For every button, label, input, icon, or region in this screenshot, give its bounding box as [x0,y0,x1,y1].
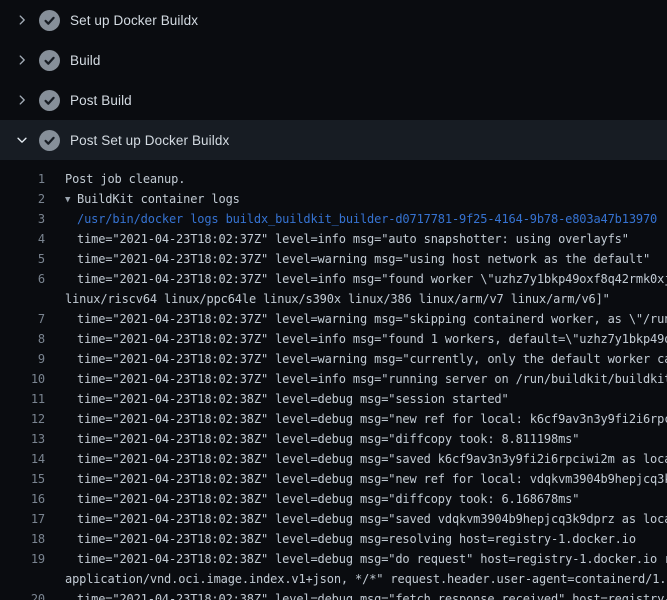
log-line: 6 time="2021-04-23T18:02:37Z" level=info… [0,269,667,289]
log-line: 5 time="2021-04-23T18:02:37Z" level=warn… [0,249,667,269]
line-number[interactable]: 20 [0,589,45,600]
line-number[interactable]: 2 [0,189,45,209]
line-number[interactable]: 3 [0,209,45,229]
line-number[interactable]: 10 [0,369,45,389]
line-number[interactable]: 12 [0,409,45,429]
line-number[interactable]: 19 [0,549,45,569]
log-line-text: time="2021-04-23T18:02:38Z" level=debug … [65,549,667,569]
log-line: application/vnd.oci.image.index.v1+json,… [0,569,667,589]
line-number[interactable]: 9 [0,349,45,369]
log-line-text: time="2021-04-23T18:02:38Z" level=debug … [65,509,667,529]
line-number[interactable]: 13 [0,429,45,449]
chevron-right-icon[interactable] [14,12,30,28]
line-number[interactable]: 6 [0,269,45,289]
log-line-text: ▼BuildKit container logs [65,189,667,209]
log-line: 20 time="2021-04-23T18:02:38Z" level=deb… [0,589,667,600]
step-row-post-set-up-docker-buildx[interactable]: Post Set up Docker Buildx [0,120,667,160]
log-line-text: time="2021-04-23T18:02:37Z" level=info m… [65,329,667,349]
log-line: 12 time="2021-04-23T18:02:38Z" level=deb… [0,409,667,429]
line-number [0,289,45,309]
log-line: 2 ▼BuildKit container logs [0,189,667,209]
step-row-build[interactable]: Build [0,40,667,80]
step-row-post-build[interactable]: Post Build [0,80,667,120]
chevron-right-icon[interactable] [14,52,30,68]
step-row-set-up-docker-buildx[interactable]: Set up Docker Buildx [0,0,667,40]
log-line: 4 time="2021-04-23T18:02:37Z" level=info… [0,229,667,249]
log-line-text: application/vnd.oci.image.index.v1+json,… [65,569,667,589]
log-line-text: time="2021-04-23T18:02:37Z" level=warnin… [65,249,667,269]
log-line: 17 time="2021-04-23T18:02:38Z" level=deb… [0,509,667,529]
log-line: 10 time="2021-04-23T18:02:37Z" level=inf… [0,369,667,389]
check-circle-icon [39,50,60,71]
log-line-text: time="2021-04-23T18:02:38Z" level=debug … [65,529,667,549]
log-line: 11 time="2021-04-23T18:02:38Z" level=deb… [0,389,667,409]
line-number[interactable]: 17 [0,509,45,529]
line-number[interactable]: 5 [0,249,45,269]
log-line-text: time="2021-04-23T18:02:37Z" level=warnin… [65,349,667,369]
step-label: Post Set up Docker Buildx [70,133,229,148]
line-number[interactable]: 7 [0,309,45,329]
steps-list: Set up Docker Buildx Build Post Buil [0,0,667,160]
log-line-text: time="2021-04-23T18:02:38Z" level=debug … [65,589,667,600]
log-lines: 1 Post job cleanup. 2 ▼BuildKit containe… [0,160,667,600]
log-line-text: /usr/bin/docker logs buildx_buildkit_bui… [65,209,667,229]
log-line-text: time="2021-04-23T18:02:38Z" level=debug … [65,489,667,509]
line-number[interactable]: 1 [0,169,45,189]
log-line-text: time="2021-04-23T18:02:38Z" level=debug … [65,469,667,489]
step-label: Post Build [70,93,132,108]
log-line: 1 Post job cleanup. [0,169,667,189]
log-line-text: time="2021-04-23T18:02:38Z" level=debug … [65,449,667,469]
log-line-text: time="2021-04-23T18:02:37Z" level=info m… [65,369,667,389]
log-line-text: time="2021-04-23T18:02:38Z" level=debug … [65,429,667,449]
log-line-text: time="2021-04-23T18:02:37Z" level=info m… [65,229,667,249]
log-line-text: linux/riscv64 linux/ppc64le linux/s390x … [65,289,667,309]
log-line: 14 time="2021-04-23T18:02:38Z" level=deb… [0,449,667,469]
log-line: 16 time="2021-04-23T18:02:38Z" level=deb… [0,489,667,509]
triangle-down-icon[interactable]: ▼ [65,190,77,209]
log-line: linux/riscv64 linux/ppc64le linux/s390x … [0,289,667,309]
log-line-text: time="2021-04-23T18:02:38Z" level=debug … [65,389,667,409]
line-number[interactable]: 11 [0,389,45,409]
log-line: 18 time="2021-04-23T18:02:38Z" level=deb… [0,529,667,549]
chevron-down-icon[interactable] [14,132,30,148]
log-line: 8 time="2021-04-23T18:02:37Z" level=info… [0,329,667,349]
line-number[interactable]: 16 [0,489,45,509]
line-number[interactable]: 4 [0,229,45,249]
log-group-label[interactable]: BuildKit container logs [77,192,240,206]
log-line: 3 /usr/bin/docker logs buildx_buildkit_b… [0,209,667,229]
log-line: 13 time="2021-04-23T18:02:38Z" level=deb… [0,429,667,449]
check-circle-icon [39,90,60,111]
check-circle-icon [39,130,60,151]
chevron-right-icon[interactable] [14,92,30,108]
log-line-text: Post job cleanup. [65,169,667,189]
step-label: Set up Docker Buildx [70,13,198,28]
check-circle-icon [39,10,60,31]
log-line: 9 time="2021-04-23T18:02:37Z" level=warn… [0,349,667,369]
log-line: 15 time="2021-04-23T18:02:38Z" level=deb… [0,469,667,489]
line-number[interactable]: 18 [0,529,45,549]
log-line: 19 time="2021-04-23T18:02:38Z" level=deb… [0,549,667,569]
log-line: 7 time="2021-04-23T18:02:37Z" level=warn… [0,309,667,329]
line-number[interactable]: 8 [0,329,45,349]
log-line-text: time="2021-04-23T18:02:37Z" level=warnin… [65,309,667,329]
line-number [0,569,45,589]
log-line-text: time="2021-04-23T18:02:38Z" level=debug … [65,409,667,429]
log-line-text: time="2021-04-23T18:02:37Z" level=info m… [65,269,667,289]
line-number[interactable]: 14 [0,449,45,469]
line-number[interactable]: 15 [0,469,45,489]
step-label: Build [70,53,101,68]
